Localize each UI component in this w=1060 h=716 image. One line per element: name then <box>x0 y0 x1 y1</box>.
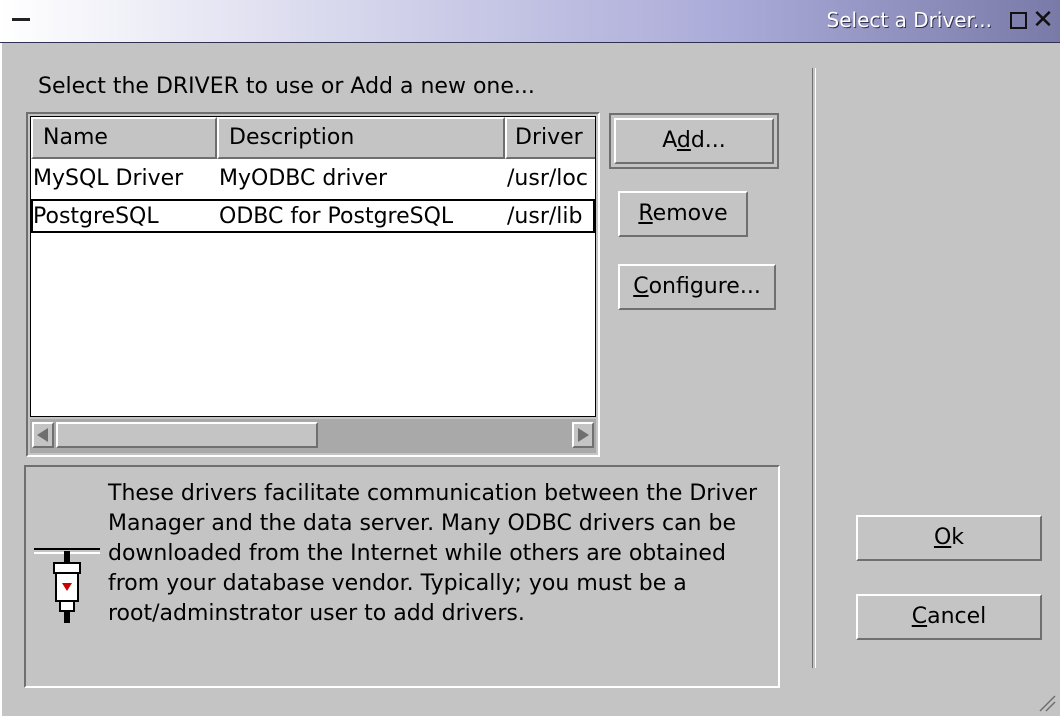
window-frame <box>0 43 8 716</box>
add-label-post: d... <box>690 128 726 153</box>
cell-name: MySQL Driver <box>33 166 184 191</box>
cell-description: MyODBC driver <box>219 166 388 191</box>
cell-description: ODBC for PostgreSQL <box>219 204 454 229</box>
ok-button[interactable]: Ok <box>856 515 1042 561</box>
column-header-driver[interactable]: Driver <box>505 117 595 159</box>
scrollbar-thumb[interactable] <box>56 422 318 448</box>
info-panel: These drivers facilitate communication b… <box>24 465 780 688</box>
horizontal-scrollbar[interactable] <box>30 419 596 453</box>
driver-list[interactable]: Name Description Driver MySQL Driver MyO… <box>26 112 600 457</box>
column-header-name[interactable]: Name <box>31 117 217 159</box>
table-row[interactable]: MySQL Driver MyODBC driver /usr/loc <box>31 163 595 197</box>
maximize-icon[interactable] <box>1008 10 1028 30</box>
plug-icon <box>34 548 100 623</box>
title-bar[interactable]: Select a Driver... ✕ <box>0 0 1060 43</box>
configure-label-post: onfigure... <box>648 274 761 299</box>
scroll-right-icon[interactable] <box>572 422 594 448</box>
column-header-description[interactable]: Description <box>217 117 505 159</box>
vertical-separator <box>812 68 816 668</box>
add-button[interactable]: Add... <box>609 113 779 169</box>
remove-button[interactable]: Remove <box>618 191 748 237</box>
window-menu-icon[interactable] <box>8 10 34 30</box>
resize-grip-icon[interactable] <box>1036 692 1056 712</box>
close-icon[interactable]: ✕ <box>1030 6 1056 34</box>
cell-name: PostgreSQL <box>33 204 159 229</box>
cancel-label-key: C <box>911 604 928 629</box>
add-label-pre: A <box>662 128 677 153</box>
ok-label-key: O <box>933 525 952 550</box>
scroll-left-icon[interactable] <box>32 422 54 448</box>
cancel-label-post: ancel <box>927 604 987 629</box>
configure-button[interactable]: Configure... <box>618 264 776 310</box>
window-title: Select a Driver... <box>826 8 992 32</box>
driver-list-body[interactable]: Name Description Driver MySQL Driver MyO… <box>30 116 596 417</box>
ok-label-post: k <box>951 525 965 550</box>
table-row-selected[interactable]: PostgreSQL ODBC for PostgreSQL /usr/lib <box>31 199 595 233</box>
prompt-label: Select the DRIVER to use or Add a new on… <box>38 74 535 99</box>
remove-label-key: R <box>638 201 653 226</box>
cancel-button[interactable]: Cancel <box>856 594 1042 640</box>
info-text: These drivers facilitate communication b… <box>108 481 758 626</box>
add-label-key: d <box>676 128 691 153</box>
cell-driver: /usr/loc <box>507 166 588 191</box>
cell-driver: /usr/lib <box>507 204 583 229</box>
remove-label-post: emove <box>652 201 728 226</box>
configure-label-key: C <box>633 274 649 299</box>
